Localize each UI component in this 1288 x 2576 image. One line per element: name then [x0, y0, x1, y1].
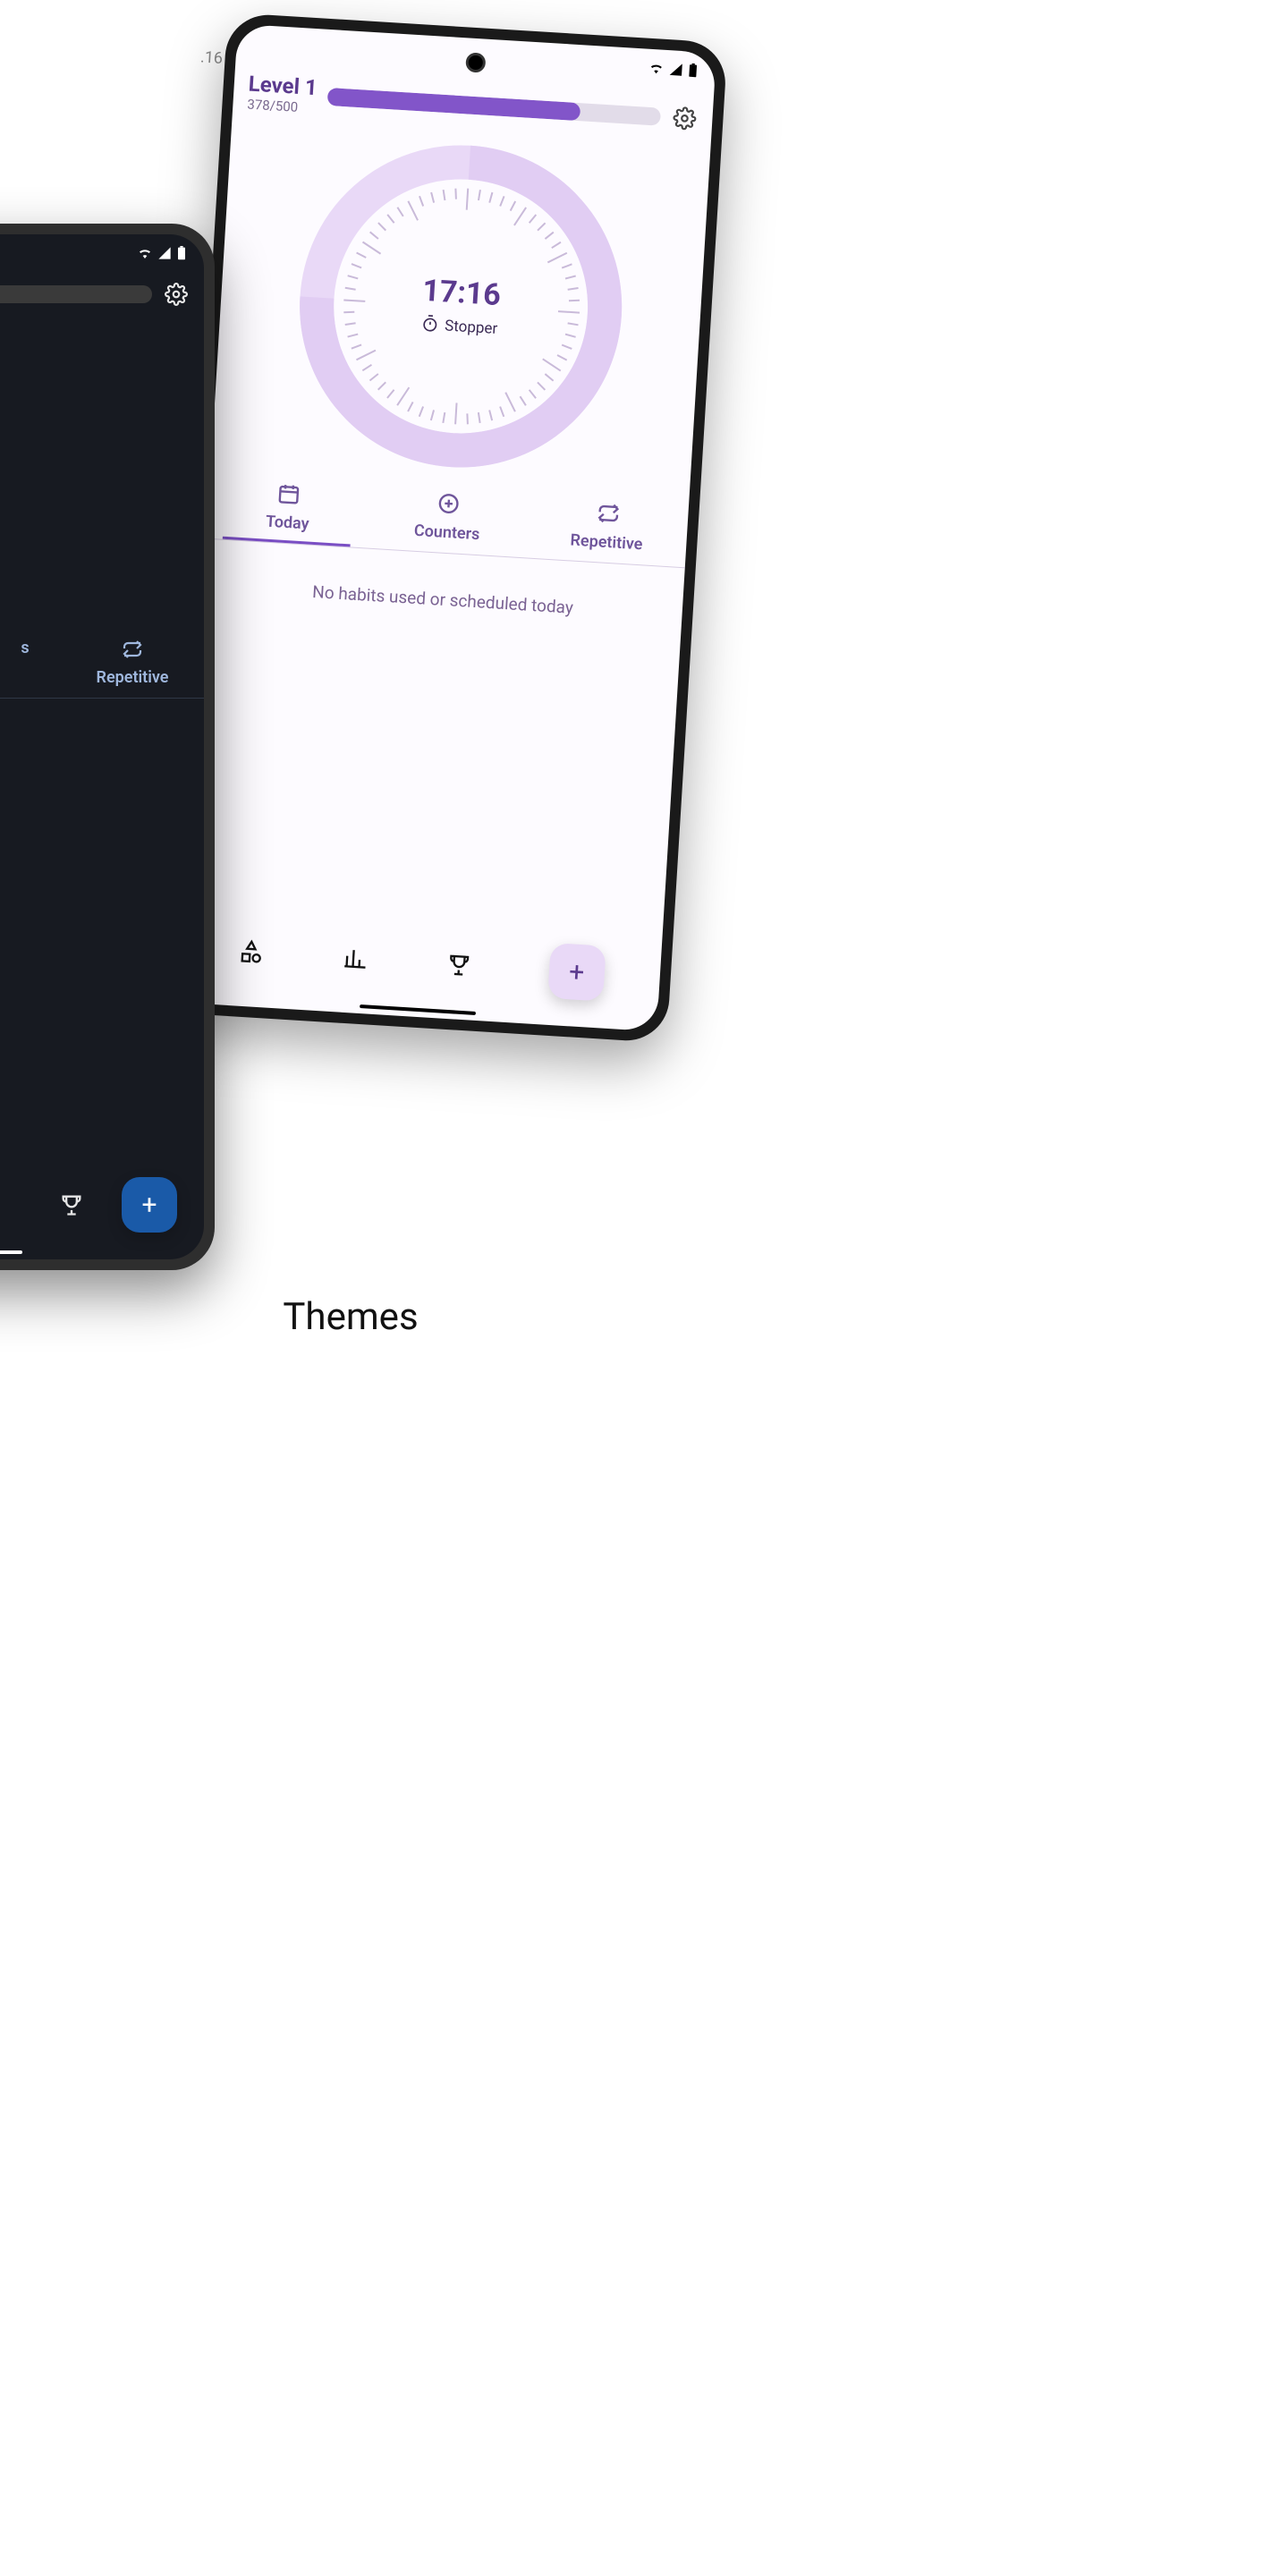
settings-button[interactable] — [163, 281, 190, 308]
tab-repetitive[interactable]: Repetitive — [61, 631, 204, 698]
nav-trophy[interactable] — [57, 1191, 86, 1219]
wifi-icon — [138, 246, 152, 263]
trophy-icon — [59, 1192, 84, 1217]
tab-today[interactable]: Today — [207, 470, 370, 548]
nav-shapes[interactable] — [236, 937, 267, 968]
trophy-icon — [446, 952, 473, 979]
tab-label: Today — [265, 513, 309, 534]
tabs: s Repetitive — [0, 631, 204, 698]
signal-icon — [157, 246, 172, 263]
phone-light: Level 1 378/500 17:16 — [166, 13, 727, 1043]
bottom-bar: + — [0, 1161, 204, 1259]
tab-repetitive[interactable]: Repetitive — [525, 490, 689, 568]
clock-time: 17:16 — [421, 272, 502, 312]
caption: Themes — [0, 1295, 701, 1339]
battery-icon — [688, 63, 698, 80]
stopwatch-icon — [421, 313, 440, 336]
top-bar — [0, 274, 204, 315]
battery-icon — [177, 246, 186, 263]
wifi-icon — [648, 60, 664, 78]
nav-trophy[interactable] — [444, 950, 474, 980]
plus-icon: + — [568, 956, 585, 988]
fab-add[interactable]: + — [122, 1177, 177, 1233]
stopper-row[interactable]: Stopper — [421, 313, 498, 340]
level-block: Level 1 378/500 — [247, 72, 318, 117]
clock-center: 17:16 Stopper — [290, 136, 631, 477]
tab-counters[interactable]: Counters — [366, 480, 530, 558]
home-indicator[interactable] — [0, 1250, 22, 1254]
phone-dark-screen: 5 per s Repetitive cheduled today — [0, 234, 204, 1259]
bottom-bar: + — [178, 904, 663, 1032]
shapes-icon — [238, 939, 265, 966]
tab-label: Counters — [413, 521, 480, 544]
clock-ring[interactable]: 17:16 Stopper — [290, 136, 631, 477]
fab-add[interactable]: + — [547, 943, 606, 1002]
level-progress-track — [0, 285, 152, 303]
level-progress-track — [326, 88, 661, 126]
tab-label: Repetitive — [97, 668, 169, 687]
tab-label: Repetitive — [570, 530, 643, 554]
status-bar — [0, 234, 204, 274]
bars-icon — [342, 945, 369, 972]
settings-button[interactable] — [671, 104, 699, 132]
empty-message: cheduled today — [0, 699, 204, 788]
clock-area: 17:16 Stopper — [211, 118, 711, 492]
clock-area: 5 per — [0, 315, 204, 624]
repeat-icon — [596, 501, 621, 530]
nav-stats[interactable] — [340, 944, 370, 974]
repeat-icon — [122, 639, 143, 665]
level-progress-fill — [326, 88, 580, 121]
tab-label: s — [21, 639, 29, 657]
signal-icon — [668, 62, 683, 80]
gear-icon — [165, 283, 188, 306]
calendar-icon — [276, 481, 301, 511]
gear-icon — [673, 106, 698, 131]
stopper-label: Stopper — [445, 317, 498, 338]
scrap-text: .16 — [199, 47, 223, 67]
plus-circle-icon — [436, 491, 462, 521]
plus-icon: + — [141, 1190, 157, 1221]
phone-dark: 5 per s Repetitive cheduled today — [0, 224, 215, 1270]
phone-light-screen: Level 1 378/500 17:16 — [178, 24, 716, 1032]
tab-counters-fragment[interactable]: s — [0, 631, 61, 698]
